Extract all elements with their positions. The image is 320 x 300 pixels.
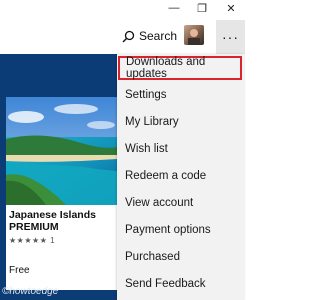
toolbar: Search ··· xyxy=(0,16,245,54)
search-label: Search xyxy=(139,29,178,43)
rating: ★★★★★ 1 xyxy=(9,236,55,245)
minimize-button[interactable]: — xyxy=(160,0,188,16)
menu-item-send-feedback[interactable]: Send Feedback xyxy=(117,272,245,296)
menu-item-view-account[interactable]: View account xyxy=(117,191,245,215)
search-icon xyxy=(122,30,135,42)
restore-button[interactable]: ❐ xyxy=(188,0,216,16)
avatar[interactable] xyxy=(184,25,204,45)
rating-count: 1 xyxy=(50,236,56,245)
app-title: Japanese Islands PREMIUM xyxy=(9,209,96,233)
title-bar: — ❐ ✕ xyxy=(0,0,245,16)
menu-item-purchased[interactable]: Purchased xyxy=(117,245,245,269)
watermark: ©howtoedge xyxy=(2,286,59,297)
more-options-button[interactable]: ··· xyxy=(216,20,245,54)
menu-item-downloads-and-updates[interactable]: Downloads and updates xyxy=(118,56,242,80)
app-card[interactable]: Japanese Islands PREMIUM ★★★★★ 1 Free xyxy=(6,97,117,290)
rating-stars: ★★★★★ xyxy=(9,236,48,245)
menu-item-my-library[interactable]: My Library xyxy=(117,110,245,134)
more-options-menu: Downloads and updates Settings My Librar… xyxy=(117,54,245,300)
menu-item-redeem-a-code[interactable]: Redeem a code xyxy=(117,164,245,188)
user-photo xyxy=(188,29,200,45)
search-button[interactable]: Search xyxy=(122,26,177,46)
menu-item-wish-list[interactable]: Wish list xyxy=(117,137,245,161)
price-label: Free xyxy=(9,265,30,276)
close-button[interactable]: ✕ xyxy=(217,0,245,16)
card-image xyxy=(6,97,117,205)
menu-item-payment-options[interactable]: Payment options xyxy=(117,218,245,242)
menu-item-settings[interactable]: Settings xyxy=(117,83,245,107)
